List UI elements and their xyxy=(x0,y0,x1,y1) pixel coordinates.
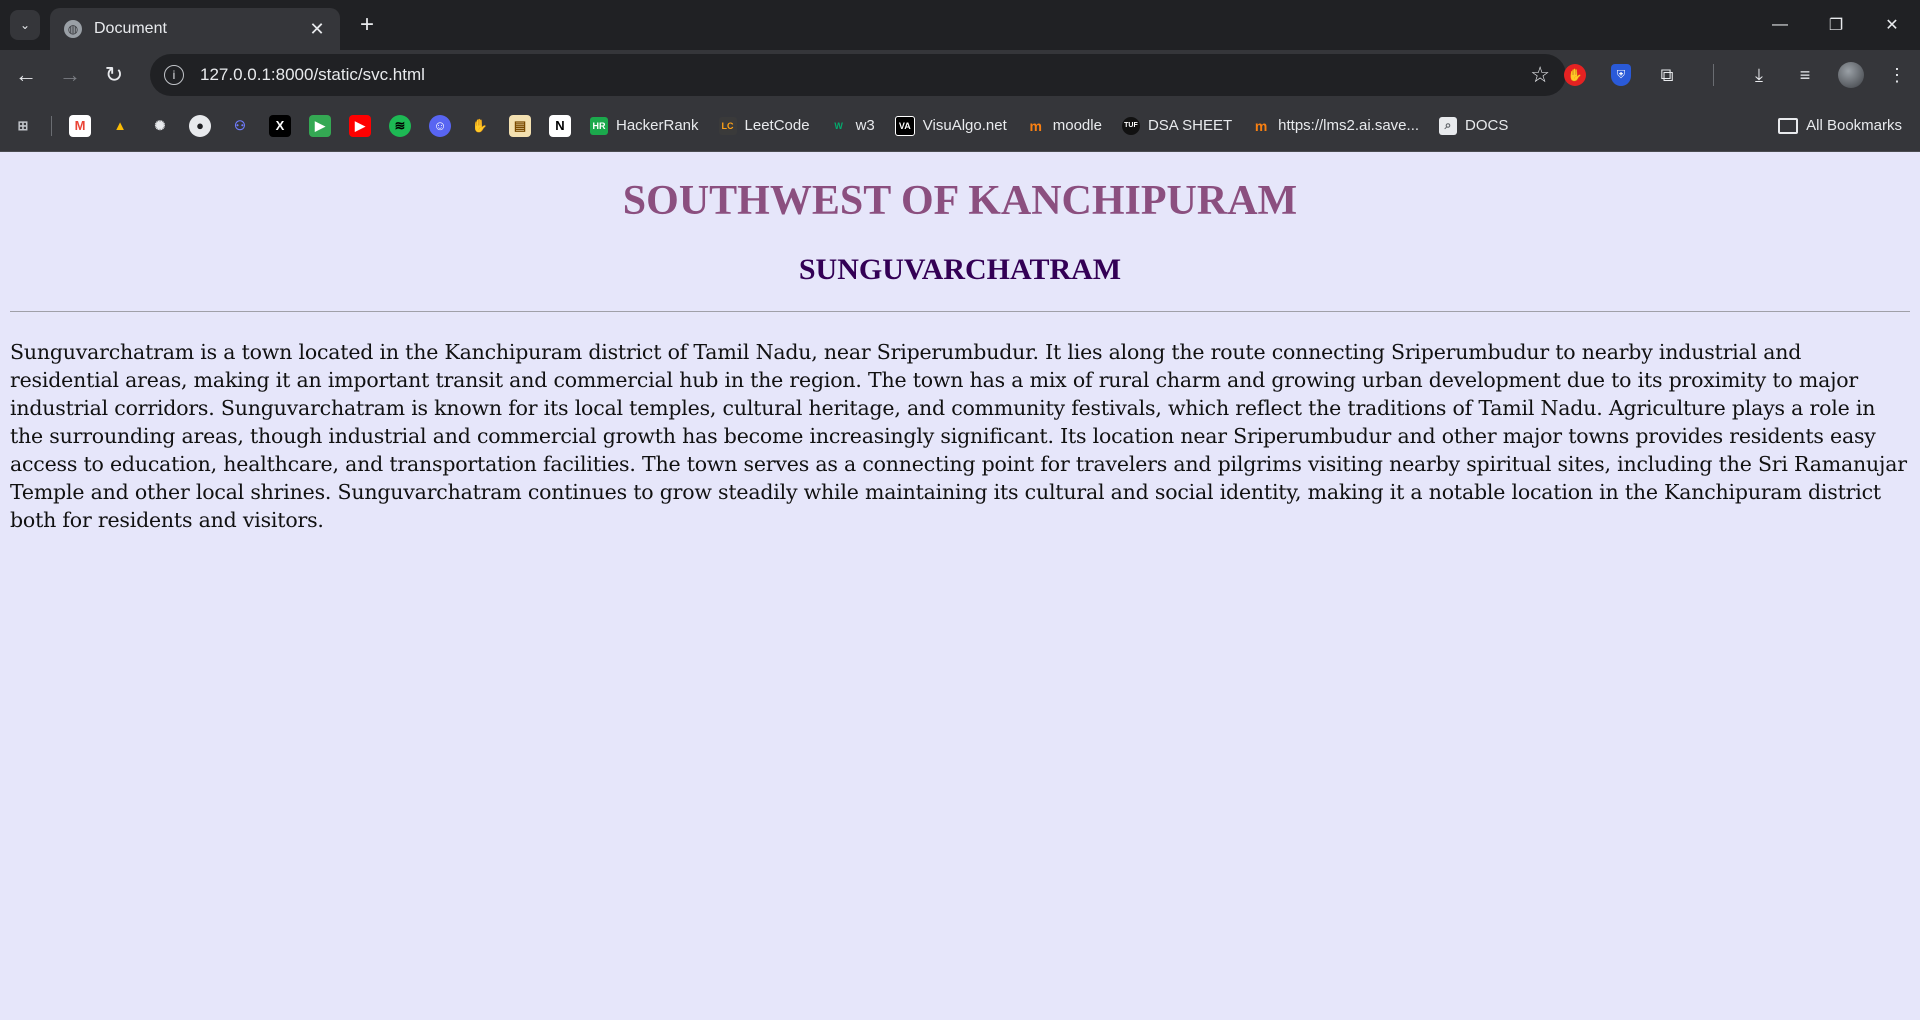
horizontal-divider xyxy=(10,311,1910,312)
google-drive-icon[interactable]: ▲ xyxy=(109,115,131,137)
bookmark-star-icon[interactable]: ☆ xyxy=(1530,62,1550,88)
discord-icon[interactable]: ☺ xyxy=(429,114,451,137)
adblock-extension-icon[interactable]: ✋ xyxy=(1559,59,1591,91)
apps-grid-icon[interactable]: ⊞ xyxy=(12,115,34,137)
window-controls: — ❐ ✕ xyxy=(1752,0,1920,50)
download-icon[interactable]: ⤓ xyxy=(1743,59,1775,91)
moodle-icon: m xyxy=(1029,117,1042,134)
spotify-icon[interactable]: ≋ xyxy=(389,114,411,137)
page-content: SOUTHWEST OF KANCHIPURAM SUNGUVARCHATRAM… xyxy=(0,152,1920,1020)
media-control-icon[interactable]: ≡ xyxy=(1789,59,1821,91)
tab-close-icon[interactable]: ✕ xyxy=(306,19,328,40)
bookmark-label: DSA SHEET xyxy=(1147,117,1233,134)
browser-tab-strip: ⌄ ◍ Document ✕ + — ❐ ✕ xyxy=(0,0,1920,50)
bookmark-docs[interactable]: ⌕ DOCS xyxy=(1439,116,1509,135)
new-tab-button[interactable]: + xyxy=(354,12,380,38)
tab-search-icon[interactable]: ⌄ xyxy=(10,10,40,40)
bookmark-label: w3 xyxy=(855,117,875,134)
folder-icon xyxy=(1778,117,1799,134)
docs-search-icon: ⌕ xyxy=(1439,116,1458,135)
extensions-area: ✋ ⛨ ⧉ ⤓ ≡ ⋮ xyxy=(1552,50,1920,100)
profile-avatar-icon[interactable] xyxy=(1835,59,1867,91)
github-icon[interactable]: ● xyxy=(189,114,211,137)
browser-tab[interactable]: ◍ Document ✕ xyxy=(50,8,340,50)
bookmark-hackerrank[interactable]: HR HackerRank xyxy=(590,116,699,135)
youtube-icon[interactable]: ▶ xyxy=(349,114,371,137)
gmail-icon[interactable]: M xyxy=(69,114,91,137)
puzzle-extensions-icon[interactable]: ⧉ xyxy=(1651,59,1683,91)
page-heading: SOUTHWEST OF KANCHIPURAM xyxy=(622,178,1298,224)
bookmarks-divider xyxy=(51,115,52,136)
moodle-icon: m xyxy=(1254,117,1268,134)
hackerrank-icon: HR xyxy=(590,116,608,135)
all-bookmarks-button[interactable]: All Bookmarks xyxy=(1778,117,1902,134)
leetcode-icon: LC xyxy=(718,116,737,135)
visualgo-icon: VA xyxy=(894,115,915,136)
pdf-tool-icon[interactable]: ▤ xyxy=(509,114,531,137)
reload-icon[interactable]: ↻ xyxy=(96,57,132,93)
bookmark-label: DOCS xyxy=(1465,117,1509,134)
bookmark-label: moodle xyxy=(1052,117,1102,134)
back-arrow-icon[interactable]: ← xyxy=(8,57,44,93)
bookmark-dsa-sheet[interactable]: TUF DSA SHEET xyxy=(1121,116,1233,135)
toolbar-divider xyxy=(1697,59,1729,91)
url-text[interactable]: 127.0.0.1:8000/static/svc.html xyxy=(200,65,1530,85)
globe-icon: ◍ xyxy=(64,20,82,38)
codeium-icon[interactable]: ⚇ xyxy=(229,115,251,137)
menu-kebab-icon[interactable]: ⋮ xyxy=(1881,59,1913,91)
google-meet-icon[interactable]: ▶ xyxy=(309,114,331,137)
page-subheading: SUNGUVARCHATRAM xyxy=(798,253,1122,286)
bitwarden-extension-icon[interactable]: ⛨ xyxy=(1605,59,1637,91)
bookmark-w3[interactable]: W w3 xyxy=(830,117,875,135)
bookmark-label: LeetCode xyxy=(744,117,810,134)
bookmark-lms[interactable]: m https://lms2.ai.save... xyxy=(1252,117,1419,135)
bookmarks-bar: ⊞ M ▲ ✺ ● ⚇ X ▶ ▶ ≋ ☺ ✋ ▤ N HR HackerRan… xyxy=(0,100,1920,152)
minimize-button[interactable]: — xyxy=(1752,0,1808,50)
description-paragraph: Sunguvarchatram is a town located in the… xyxy=(10,340,1907,532)
site-info-icon[interactable]: i xyxy=(164,65,184,85)
forward-arrow-icon[interactable]: → xyxy=(52,57,88,93)
hand-extension-icon[interactable]: ✋ xyxy=(469,115,491,137)
address-bar[interactable]: i 127.0.0.1:8000/static/svc.html ☆ xyxy=(150,54,1566,96)
restore-button[interactable]: ❐ xyxy=(1808,0,1864,50)
tab-title: Document xyxy=(94,20,167,37)
x-twitter-icon[interactable]: X xyxy=(269,114,291,137)
bookmark-moodle[interactable]: m moodle xyxy=(1027,117,1102,135)
bookmark-label: https://lms2.ai.save... xyxy=(1278,117,1420,134)
browser-toolbar: ← → ↻ i 127.0.0.1:8000/static/svc.html ☆… xyxy=(0,50,1920,100)
w3-icon: W xyxy=(834,120,843,131)
chatgpt-icon[interactable]: ✺ xyxy=(149,115,171,137)
bookmark-label: VisuAlgo.net xyxy=(922,117,1007,134)
close-window-button[interactable]: ✕ xyxy=(1864,0,1920,50)
notion-icon[interactable]: N xyxy=(549,114,571,137)
tuf-icon: TUF xyxy=(1121,116,1140,135)
bookmark-leetcode[interactable]: LC LeetCode xyxy=(718,116,810,135)
all-bookmarks-label: All Bookmarks xyxy=(1806,117,1902,134)
bookmark-visualgo[interactable]: VA VisuAlgo.net xyxy=(894,115,1007,136)
bookmark-label: HackerRank xyxy=(616,117,699,134)
